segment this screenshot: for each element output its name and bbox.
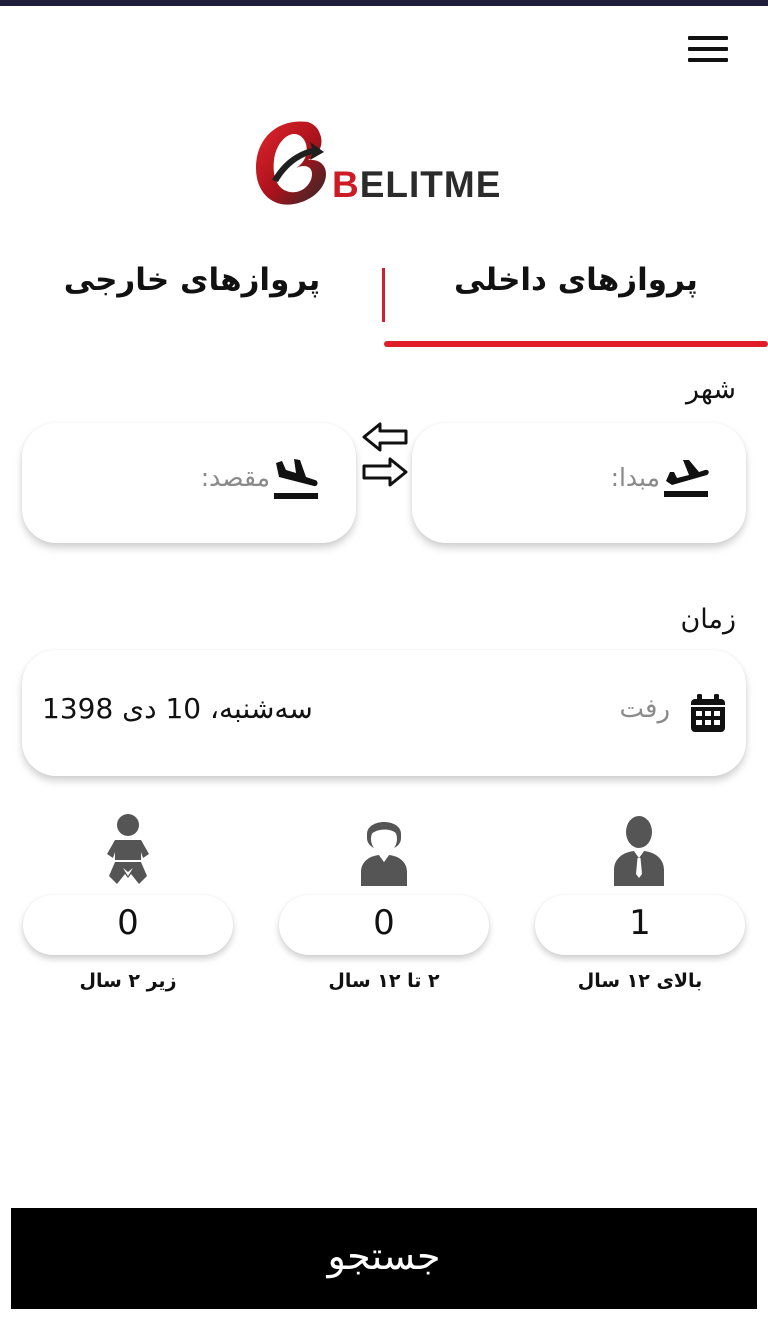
menu-button[interactable] xyxy=(684,34,732,68)
infant-counter[interactable]: 0 xyxy=(23,895,233,955)
destination-placeholder: مقصد: xyxy=(200,463,270,492)
infant-age-label: زیر ۲ سال xyxy=(79,970,177,992)
child-counter[interactable]: 0 xyxy=(279,895,489,955)
adult-age-label: بالای ۱۲ سال xyxy=(577,970,703,992)
adult-counter[interactable]: 1 xyxy=(535,895,745,955)
active-tab-indicator xyxy=(384,341,768,347)
destination-field[interactable]: مقصد: xyxy=(22,423,356,543)
hamburger-line xyxy=(688,58,728,62)
logo-mark-icon xyxy=(256,121,326,205)
time-section-label: زمان xyxy=(680,604,736,635)
origin-field[interactable]: مبدا: xyxy=(412,423,746,543)
takeoff-icon xyxy=(664,460,709,497)
brand-logo: BELITME xyxy=(250,118,510,210)
departure-date-field[interactable]: رفت سه‌شنبه، 10 دی 1398 xyxy=(22,650,746,776)
adult-icon xyxy=(614,816,664,886)
swap-arrows-icon xyxy=(362,422,408,487)
departure-label: رفت xyxy=(619,694,670,724)
hamburger-line xyxy=(688,47,728,51)
logo-wordmark: BELITME xyxy=(332,164,502,205)
calendar-icon xyxy=(691,694,725,732)
tab-domestic-flights[interactable]: پروازهای داخلی xyxy=(386,262,766,306)
landing-icon xyxy=(274,459,318,499)
status-bar xyxy=(0,0,768,6)
departure-date-value: سه‌شنبه، 10 دی 1398 xyxy=(42,692,313,725)
city-section-label: شهر xyxy=(686,374,736,405)
search-button[interactable]: جستجو xyxy=(11,1208,757,1309)
infant-icon xyxy=(107,814,149,884)
tab-foreign-flights[interactable]: پروازهای خارجی xyxy=(0,262,384,306)
origin-placeholder: مبدا: xyxy=(610,463,660,492)
child-age-label: ۲ تا ۱۲ سال xyxy=(328,970,440,992)
child-icon xyxy=(361,822,407,886)
swap-cities-button[interactable] xyxy=(360,421,410,489)
hamburger-line xyxy=(688,36,728,40)
